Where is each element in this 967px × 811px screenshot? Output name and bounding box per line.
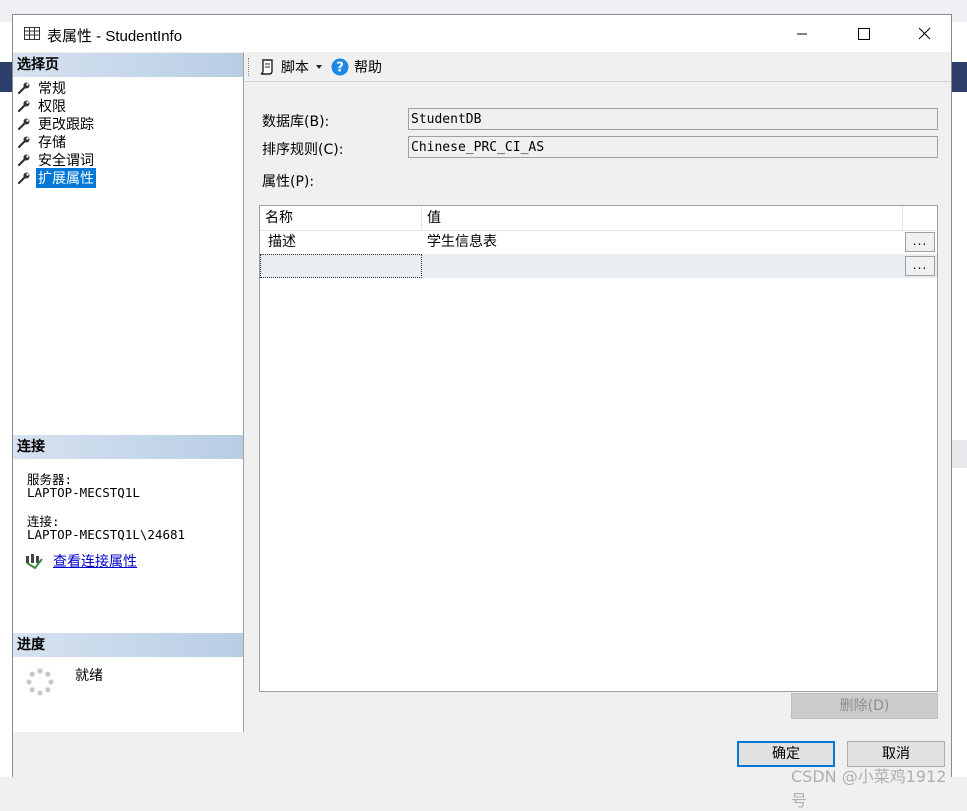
table-row[interactable]: 描述 学生信息表 ...: [260, 230, 937, 254]
collation-label: 排序规则(C):: [262, 142, 344, 158]
database-label: 数据库(B):: [262, 114, 330, 130]
server-value: LAPTOP-MECSTQ1L: [27, 485, 140, 500]
connection-value: LAPTOP-MECSTQ1L\24681: [27, 527, 186, 542]
watermark: CSDN @小菜鸡1912号: [791, 767, 947, 810]
page-item-security-predicates[interactable]: 安全谓词: [17, 151, 96, 169]
connection-header: 连接: [13, 435, 243, 459]
maximize-button[interactable]: [841, 15, 887, 52]
page-item-change-tracking[interactable]: 更改跟踪: [17, 115, 96, 133]
right-toolbar: 脚本 ? 帮助: [245, 53, 951, 81]
database-field: StudentDB: [408, 108, 938, 130]
title-bar[interactable]: 表属性 - StudentInfo: [13, 15, 951, 52]
page-item-storage[interactable]: 存储: [17, 133, 68, 151]
page-item-extended-properties[interactable]: 扩展属性: [17, 168, 96, 188]
wrench-icon: [17, 136, 30, 149]
svg-text:?: ?: [336, 61, 344, 76]
page-item-label: 常规: [38, 81, 66, 97]
view-connection-properties-link[interactable]: 查看连接属性: [53, 551, 137, 571]
page-item-label: 存储: [38, 135, 66, 151]
left-pane: 选择页 常规 权限 更改跟踪 存储 安全谓词 扩展属性 连接 服务器: LAPT…: [13, 53, 244, 732]
script-icon: [260, 59, 273, 75]
close-button[interactable]: [901, 15, 947, 52]
background-left-tab: [0, 62, 12, 92]
background-left-strip: [0, 22, 12, 777]
help-icon: ?: [331, 58, 349, 76]
table-properties-dialog: 表属性 - StudentInfo 选择页 常规 权限 更改跟踪 存储 安全谓词…: [12, 14, 952, 810]
page-item-label: 更改跟踪: [38, 117, 94, 133]
column-header-value[interactable]: 值: [422, 206, 903, 230]
progress-status: 就绪: [75, 668, 103, 684]
wrench-icon: [17, 82, 30, 95]
toolbar-grip: [248, 58, 252, 76]
property-name-cell[interactable]: 描述: [260, 230, 422, 254]
minimize-button[interactable]: [779, 15, 825, 52]
page-item-permissions[interactable]: 权限: [17, 97, 68, 115]
help-button[interactable]: ? 帮助: [331, 57, 382, 77]
dropdown-arrow-icon: [316, 65, 322, 69]
collation-field: Chinese_PRC_CI_AS: [408, 136, 938, 158]
minimize-icon: [797, 33, 807, 34]
grid-header-row: 名称 值: [260, 206, 937, 231]
connection-properties-icon: [26, 554, 43, 569]
background-right-panel: [952, 440, 967, 468]
page-item-label: 扩展属性: [36, 168, 96, 188]
dialog-title: 表属性 - StudentInfo: [47, 28, 183, 45]
properties-label: 属性(P):: [262, 174, 315, 190]
property-value-cell[interactable]: 学生信息表: [422, 230, 903, 254]
maximize-icon: [858, 27, 870, 40]
table-icon: [24, 27, 40, 40]
background-right-tab: [952, 62, 967, 92]
close-icon: [918, 27, 930, 40]
table-row[interactable]: ...: [260, 254, 937, 278]
wrench-icon: [17, 100, 30, 113]
property-ellipsis-button[interactable]: ...: [905, 232, 935, 252]
script-dropdown-button[interactable]: [315, 63, 323, 71]
properties-grid[interactable]: 名称 值 描述 学生信息表 ... ...: [259, 205, 938, 692]
page-item-general[interactable]: 常规: [17, 79, 68, 97]
delete-button[interactable]: 删除(D): [791, 693, 938, 719]
new-property-ellipsis-button[interactable]: ...: [905, 256, 935, 276]
background-right-strip: [952, 22, 967, 777]
column-header-name[interactable]: 名称: [260, 206, 422, 230]
progress-header: 进度: [13, 633, 243, 657]
progress-spinner-icon: [26, 668, 54, 696]
wrench-icon: [17, 118, 30, 131]
new-property-name-cell[interactable]: [260, 254, 422, 278]
select-page-header: 选择页: [13, 53, 243, 77]
script-label: 脚本: [281, 60, 309, 76]
help-label: 帮助: [354, 60, 382, 76]
new-property-value-cell[interactable]: [422, 254, 903, 278]
page-item-label: 安全谓词: [38, 153, 94, 169]
script-button[interactable]: 脚本: [258, 57, 309, 77]
page-item-label: 权限: [38, 99, 66, 115]
wrench-icon: [17, 154, 30, 167]
wrench-icon: [17, 172, 30, 185]
